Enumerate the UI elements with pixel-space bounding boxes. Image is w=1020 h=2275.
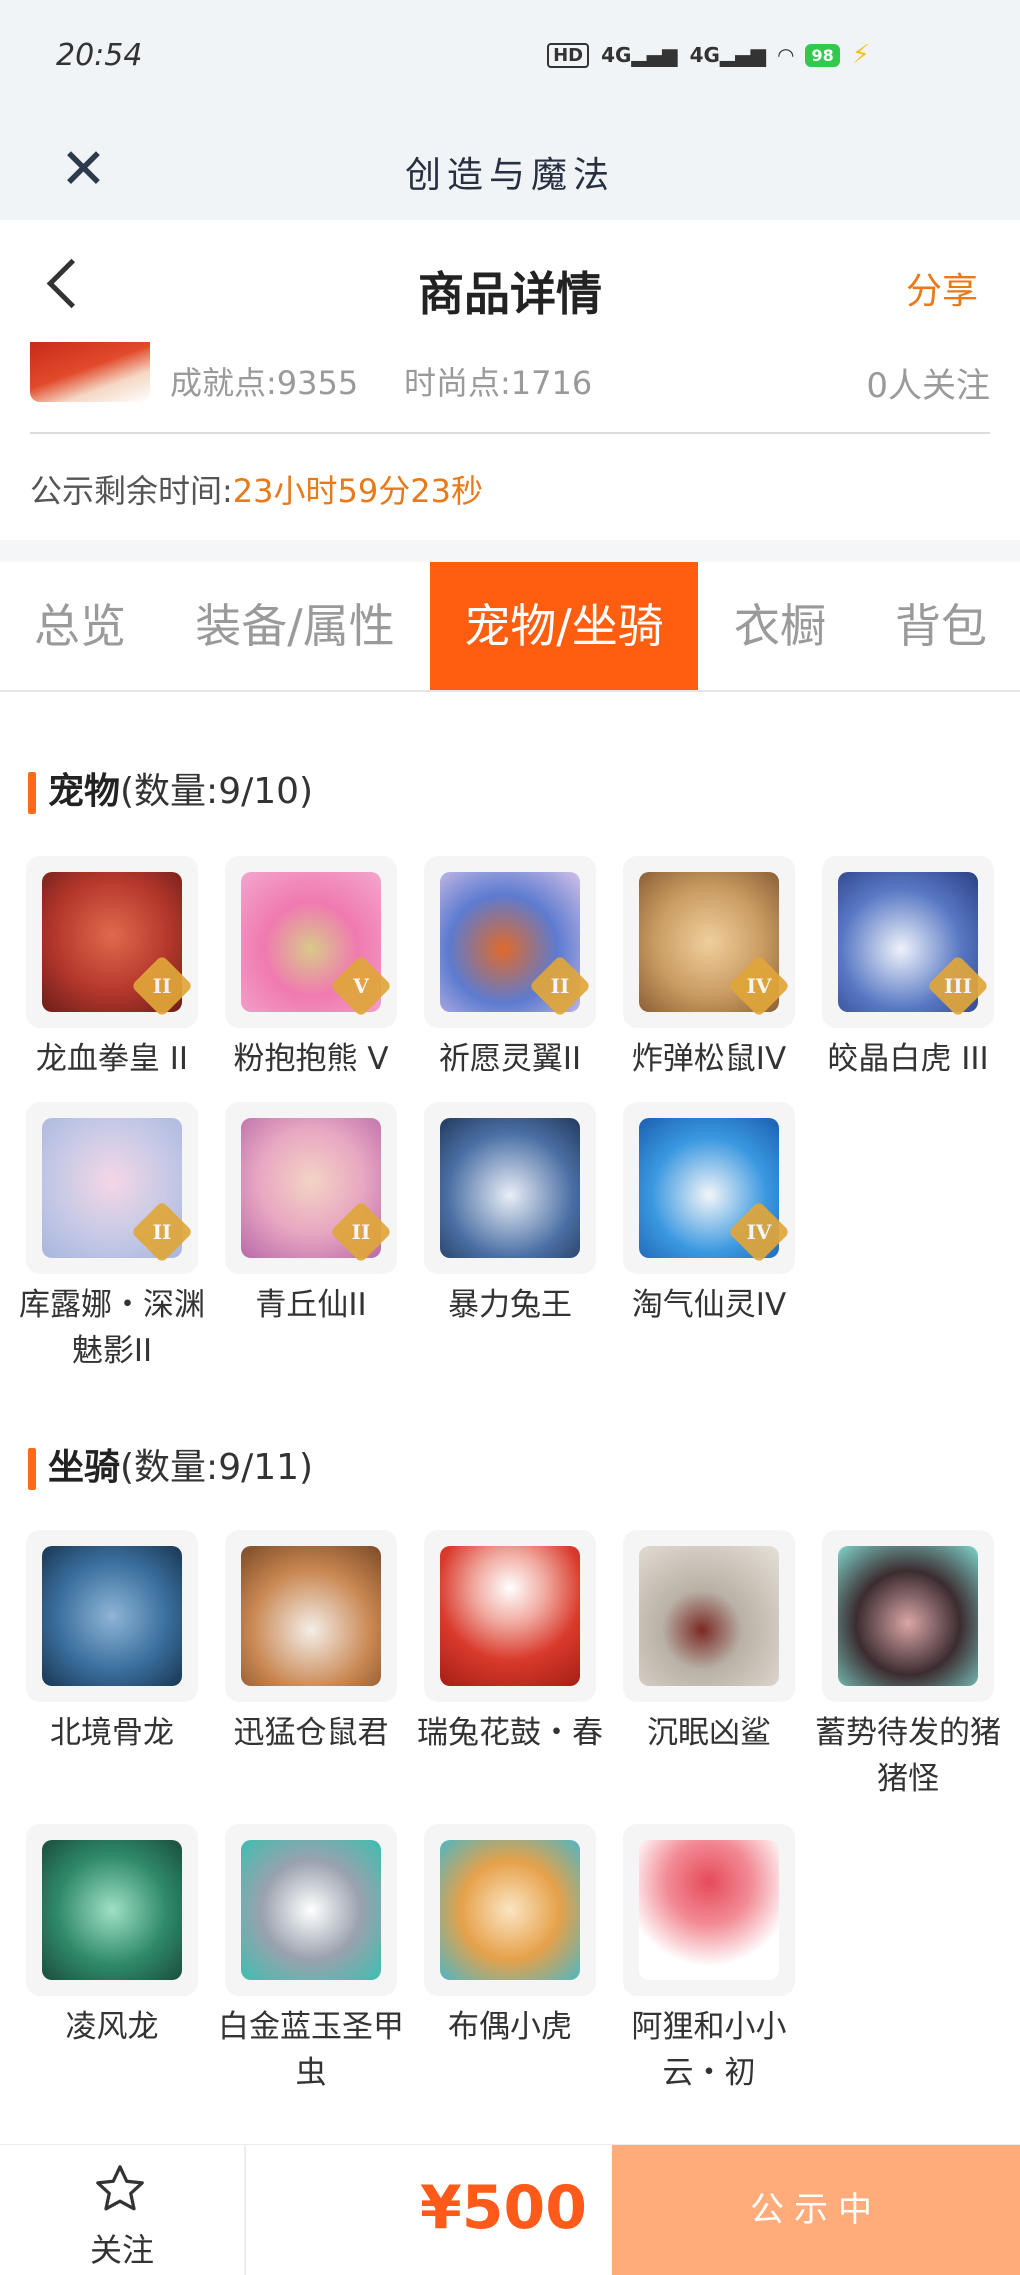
publicity-status-button[interactable]: 公示中 bbox=[612, 2145, 1020, 2275]
charging-icon: ⚡ bbox=[851, 40, 870, 70]
tier-badge: IV bbox=[727, 954, 791, 1018]
mount-tiger-doll-icon bbox=[440, 1840, 580, 1980]
pet-item[interactable]: IV 淘气仙灵IV bbox=[623, 1102, 795, 1328]
pet-name: 青丘仙II bbox=[255, 1287, 367, 1323]
mount-name: 沉眠凶鲨 bbox=[647, 1715, 771, 1751]
system-status-bar: 20:54 HD 4G▂▄▆ 4G▂▄▆ ◠ 98 ⚡ bbox=[0, 0, 1020, 120]
tier-badge: II bbox=[528, 954, 592, 1018]
tab-pets-mounts[interactable]: 宠物/坐骑 bbox=[430, 562, 698, 690]
tier-badge: IV bbox=[727, 1200, 791, 1264]
mount-name: 蓄势待发的猪猪怪 bbox=[815, 1715, 1001, 1797]
price: ¥500 bbox=[420, 2173, 587, 2243]
tier-badge: II bbox=[329, 1200, 393, 1264]
page-title: 商品详情 bbox=[418, 267, 602, 321]
pet-rabbit-king-icon bbox=[440, 1118, 580, 1258]
mount-item[interactable]: 瑞兔花鼓・春 bbox=[417, 1530, 603, 1756]
pet-item[interactable]: II 龙血拳皇 II bbox=[26, 856, 198, 1082]
stats-row: 成就点:9355 时尚点:1716 0人关注 bbox=[0, 342, 1020, 434]
divider bbox=[30, 432, 990, 434]
mount-name: 瑞兔花鼓・春 bbox=[417, 1715, 603, 1751]
section-gap bbox=[0, 540, 1020, 562]
mount-bone-dragon-icon bbox=[42, 1546, 182, 1686]
status-time: 20:54 bbox=[56, 38, 143, 73]
notice-countdown: 公示剩余时间:23小时59分23秒 bbox=[30, 466, 483, 512]
signal-icon-1: 4G▂▄▆ bbox=[601, 43, 678, 67]
pet-name: 龙血拳皇 II bbox=[35, 1041, 189, 1077]
countdown-value: 23小时59分23秒 bbox=[232, 472, 483, 510]
pet-item[interactable]: II 祈愿灵翼II bbox=[424, 856, 596, 1082]
pet-name: 暴力兔王 bbox=[448, 1287, 572, 1323]
mount-ali-cloud-icon bbox=[639, 1840, 779, 1980]
mount-rabbit-drum-icon bbox=[440, 1546, 580, 1686]
tier-badge: II bbox=[130, 1200, 194, 1264]
tab-bar: 总览 装备/属性 宠物/坐骑 衣橱 背包 bbox=[0, 562, 1020, 692]
pets-section-title: 宠物(数量:9/10) bbox=[28, 762, 313, 814]
mount-scarab-icon bbox=[241, 1840, 381, 1980]
status-icons: HD 4G▂▄▆ 4G▂▄▆ ◠ 98 ⚡ bbox=[547, 40, 870, 70]
follow-label: 关注 bbox=[89, 2231, 154, 2269]
page-header: 商品详情 分享 bbox=[0, 220, 1020, 350]
tier-badge: II bbox=[130, 954, 194, 1018]
mount-name: 北境骨龙 bbox=[50, 1715, 174, 1751]
section-accent-bar bbox=[28, 1448, 36, 1490]
tab-equipment[interactable]: 装备/属性 bbox=[170, 562, 420, 690]
mount-hamster-icon bbox=[241, 1546, 381, 1686]
tier-badge: III bbox=[926, 954, 990, 1018]
mount-item[interactable]: 蓄势待发的猪猪怪 bbox=[815, 1530, 1001, 1802]
bottom-action-bar: 关注 ¥500 公示中 bbox=[0, 2144, 1020, 2275]
mount-shark-icon bbox=[639, 1546, 779, 1686]
mount-name: 阿狸和小小云・初 bbox=[631, 2009, 787, 2091]
app-title: 创造与魔法 bbox=[404, 155, 615, 196]
avatar bbox=[30, 342, 150, 402]
mount-pig-icon bbox=[838, 1546, 978, 1686]
mount-item[interactable]: 迅猛仓鼠君 bbox=[225, 1530, 397, 1756]
pet-item[interactable]: IV 炸弹松鼠IV bbox=[623, 856, 795, 1082]
mount-item[interactable]: 沉眠凶鲨 bbox=[623, 1530, 795, 1756]
mount-item[interactable]: 北境骨龙 bbox=[26, 1530, 198, 1756]
mini-app-bar: ✕ 创造与魔法 bbox=[0, 120, 1020, 220]
pet-name: 皎晶白虎 III bbox=[827, 1041, 989, 1077]
pet-name: 库露娜・深渊魅影II bbox=[19, 1287, 205, 1369]
mount-item[interactable]: 布偶小虎 bbox=[424, 1824, 596, 2050]
mount-wind-dragon-icon bbox=[42, 1840, 182, 1980]
pet-name: 粉抱抱熊 V bbox=[233, 1041, 389, 1077]
pet-item[interactable]: 暴力兔王 bbox=[424, 1102, 596, 1328]
follow-button[interactable]: 关注 bbox=[0, 2145, 246, 2275]
tab-wardrobe[interactable]: 衣橱 bbox=[708, 562, 852, 690]
hd-icon: HD bbox=[547, 42, 590, 68]
follower-count: 0人关注 bbox=[866, 366, 990, 406]
pet-item[interactable]: II 库露娜・深渊魅影II bbox=[19, 1102, 205, 1374]
section-accent-bar bbox=[28, 772, 36, 814]
achievement-points: 成就点:9355 bbox=[170, 364, 359, 402]
mount-name: 迅猛仓鼠君 bbox=[233, 1715, 389, 1751]
mount-name: 凌风龙 bbox=[65, 2009, 159, 2045]
pet-item[interactable]: II 青丘仙II bbox=[225, 1102, 397, 1328]
tier-badge: V bbox=[329, 954, 393, 1018]
mount-name: 白金蓝玉圣甲虫 bbox=[218, 2009, 404, 2091]
pet-name: 祈愿灵翼II bbox=[438, 1041, 582, 1077]
pet-name: 淘气仙灵IV bbox=[631, 1287, 787, 1323]
mounts-section-title: 坐骑(数量:9/11) bbox=[28, 1438, 313, 1490]
mount-name: 布偶小虎 bbox=[448, 2009, 572, 2045]
mount-item[interactable]: 凌风龙 bbox=[26, 1824, 198, 2050]
signal-icon-2: 4G▂▄▆ bbox=[689, 43, 767, 67]
notice-label: 公示剩余时间: bbox=[30, 472, 233, 510]
battery-icon: 98 bbox=[805, 43, 840, 67]
star-icon bbox=[96, 2165, 144, 2211]
mount-item[interactable]: 阿狸和小小云・初 bbox=[623, 1824, 795, 2096]
wifi-icon: ◠ bbox=[778, 43, 794, 67]
tab-overview[interactable]: 总览 bbox=[0, 562, 160, 690]
fashion-points: 时尚点:1716 bbox=[404, 364, 593, 402]
pet-item[interactable]: V 粉抱抱熊 V bbox=[225, 856, 397, 1082]
pet-item[interactable]: III 皎晶白虎 III bbox=[822, 856, 994, 1082]
pet-name: 炸弹松鼠IV bbox=[631, 1041, 787, 1077]
tab-backpack[interactable]: 背包 bbox=[862, 562, 1020, 690]
mount-item[interactable]: 白金蓝玉圣甲虫 bbox=[218, 1824, 404, 2096]
share-button[interactable]: 分享 bbox=[906, 262, 978, 314]
